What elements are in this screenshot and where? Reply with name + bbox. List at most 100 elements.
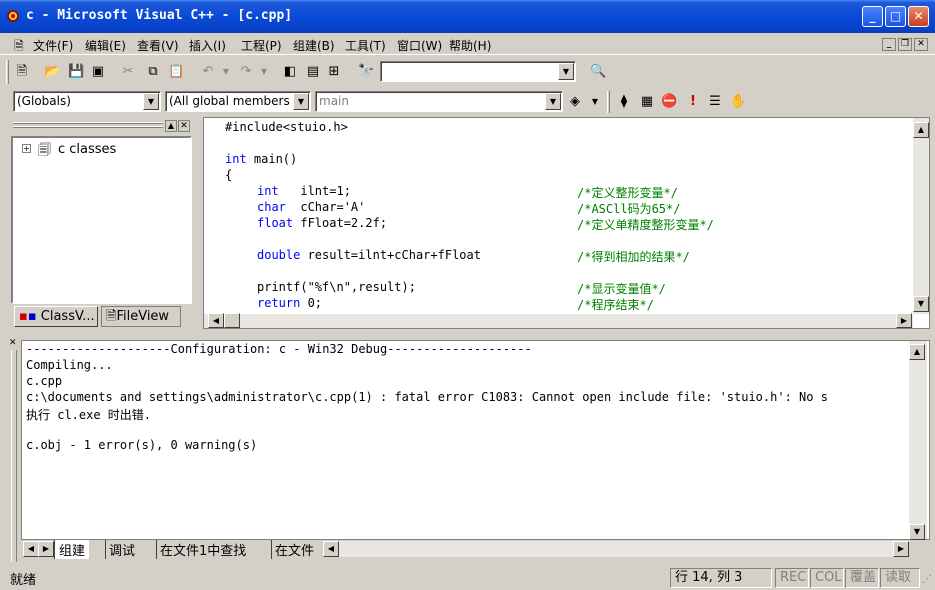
function-combo-dropdown-icon[interactable]: ▼ — [545, 93, 561, 110]
menu-window[interactable]: 窗口(W) — [397, 37, 442, 54]
undo-dropdown-icon[interactable]: ▼ — [218, 64, 234, 80]
cut-icon[interactable]: ✂ — [120, 64, 136, 80]
panel-close-icon[interactable]: ✕ — [178, 120, 190, 132]
redo-dropdown-icon[interactable]: ▼ — [256, 64, 272, 80]
code-text: 0; — [300, 296, 323, 310]
output-window[interactable]: --------------------Configuration: c - W… — [21, 340, 930, 540]
output-window-icon[interactable]: ▤ — [305, 64, 321, 80]
output-tab-left-icon[interactable]: ◀ — [23, 541, 39, 557]
ovr-indicator: 覆盖 — [845, 568, 879, 588]
output-horizontal-scrollbar[interactable] — [339, 541, 893, 557]
go-icon[interactable]: ☰ — [707, 94, 723, 110]
build-icon[interactable]: ▦ — [639, 94, 655, 110]
mdi-minimize-button[interactable]: _ — [882, 38, 896, 51]
menu-file[interactable]: 文件(F) — [33, 37, 73, 54]
undo-icon[interactable]: ↶ — [200, 64, 216, 80]
code-text: cChar='A' — [285, 200, 366, 214]
tab-find-in-files-2[interactable]: 在文件 — [271, 540, 314, 559]
insert-breakpoint-icon[interactable]: ✋ — [730, 94, 746, 110]
mdi-restore-button[interactable]: ❐ — [898, 38, 912, 51]
menu-project[interactable]: 工程(P) — [241, 37, 282, 54]
redo-icon[interactable]: ↷ — [238, 64, 254, 80]
scroll-thumb[interactable] — [224, 313, 240, 328]
code-keyword: int — [225, 152, 247, 166]
output-scroll-up-icon[interactable]: ▲ — [909, 344, 925, 360]
title-bar[interactable]: c - Microsoft Visual C++ - [c.cpp] _ □ ✕ — [0, 0, 935, 33]
save-icon[interactable]: 💾 — [68, 64, 84, 80]
tab-fileview[interactable]: 🗎FileView — [101, 306, 181, 327]
workspace-icon[interactable]: 🗎 — [14, 64, 30, 80]
scroll-down-icon[interactable]: ▼ — [913, 296, 929, 312]
paste-icon[interactable]: 📋 — [168, 64, 184, 80]
menu-tools[interactable]: 工具(T) — [345, 37, 386, 54]
menu-edit[interactable]: 编辑(E) — [85, 37, 126, 54]
function-combo[interactable]: main ▼ — [315, 91, 563, 112]
class-combo[interactable]: (Globals) ▼ — [13, 91, 161, 112]
code-line: #include<stuio.h> — [225, 120, 348, 134]
status-bar: 就绪 行 14, 列 3 REC COL 覆盖 读取 ⋰ — [0, 566, 935, 590]
class-combo-dropdown-icon[interactable]: ▼ — [143, 93, 159, 110]
tree-root-label[interactable]: c classes — [58, 142, 116, 157]
output-hscroll-left-icon[interactable]: ◀ — [323, 541, 339, 557]
cursor-position: 行 14, 列 3 — [670, 568, 772, 588]
code-keyword: return — [257, 296, 301, 310]
compile-icon[interactable]: ⧫ — [616, 94, 632, 110]
tab-build[interactable]: 组建 — [54, 540, 90, 559]
document-icon[interactable]: 🗎 — [14, 37, 24, 58]
app-icon — [7, 10, 19, 22]
code-editor[interactable]: #include<stuio.h> int main() {int ilnt=1; /… — [203, 117, 930, 329]
workspace-window-icon[interactable]: ◧ — [282, 64, 298, 80]
scroll-up-icon[interactable]: ▲ — [913, 122, 929, 138]
find-icon[interactable]: 🔍 — [590, 64, 606, 80]
fileview-tab-icon: 🗎 — [106, 309, 117, 324]
output-hscroll-right-icon[interactable]: ▶ — [893, 541, 909, 557]
code-text: fFloat=2.2f; — [293, 216, 388, 230]
window-list-icon[interactable]: ⊞ — [326, 64, 342, 80]
maximize-button[interactable]: □ — [885, 6, 906, 27]
resize-grip-icon[interactable]: ⋰ — [922, 574, 932, 585]
read-indicator: 读取 — [880, 568, 920, 588]
editor-vertical-scrollbar[interactable]: ▲ ▼ — [913, 118, 929, 314]
wizard-action-dropdown-icon[interactable]: ▼ — [587, 94, 603, 110]
window-title: c - Microsoft Visual C++ - [c.cpp] — [26, 8, 293, 23]
menu-view[interactable]: 查看(V) — [137, 37, 179, 54]
members-combo-dropdown-icon[interactable]: ▼ — [293, 93, 309, 110]
find-in-files-icon[interactable]: 🔭 — [358, 64, 374, 80]
output-scroll-down-icon[interactable]: ▼ — [909, 524, 925, 540]
members-combo[interactable]: (All global members ▼ — [165, 91, 311, 112]
stop-build-icon[interactable]: ⛔ — [661, 94, 677, 110]
tab-debug[interactable]: 调试 — [105, 540, 135, 559]
save-all-icon[interactable]: ▣ — [90, 64, 106, 80]
panel-collapse-icon[interactable]: ▲ — [165, 120, 177, 132]
wizard-bar: (Globals) ▼ (All global members ▼ main ▼ ◈ … — [0, 88, 935, 116]
minimize-button[interactable]: _ — [862, 6, 883, 27]
copy-icon[interactable]: ⧉ — [145, 64, 161, 80]
tab-fileview-label: FileView — [116, 309, 170, 324]
tab-classview[interactable]: ▪▪ ClassV... — [14, 306, 98, 327]
menu-build[interactable]: 组建(B) — [293, 37, 335, 54]
output-tab-right-icon[interactable]: ▶ — [38, 541, 54, 557]
execute-icon[interactable]: ! — [685, 94, 701, 110]
tab-classview-label: ClassV... — [40, 309, 95, 324]
tab-find-in-files-1[interactable]: 在文件1中查找 — [156, 540, 246, 559]
scroll-left-icon[interactable]: ◀ — [208, 313, 224, 328]
code-comment: /*定义单精度整形变量*/ — [577, 218, 714, 232]
menu-insert[interactable]: 插入(I) — [189, 37, 226, 54]
find-combo[interactable]: ▼ — [380, 61, 576, 82]
function-combo-value: main — [319, 94, 349, 108]
wizard-action-icon[interactable]: ◈ — [567, 94, 583, 110]
output-line: c.cpp — [26, 374, 63, 388]
find-combo-dropdown-icon[interactable]: ▼ — [558, 63, 574, 80]
code-keyword: int — [257, 184, 279, 198]
expand-icon[interactable]: + — [22, 144, 31, 153]
editor-horizontal-scrollbar[interactable]: ◀ ▶ — [204, 313, 913, 328]
output-line: c.obj - 1 error(s), 0 warning(s) — [26, 438, 258, 452]
code-line: char cChar='A' — [257, 200, 365, 214]
menu-help[interactable]: 帮助(H) — [449, 37, 491, 54]
scroll-right-icon[interactable]: ▶ — [896, 313, 912, 328]
code-line: printf("%f\n",result); — [257, 280, 416, 294]
close-button[interactable]: ✕ — [908, 6, 929, 27]
open-folder-icon[interactable]: 📂 — [44, 64, 60, 80]
output-vertical-scrollbar[interactable]: ▲ ▼ — [909, 341, 927, 540]
mdi-close-button[interactable]: ✕ — [914, 38, 928, 51]
